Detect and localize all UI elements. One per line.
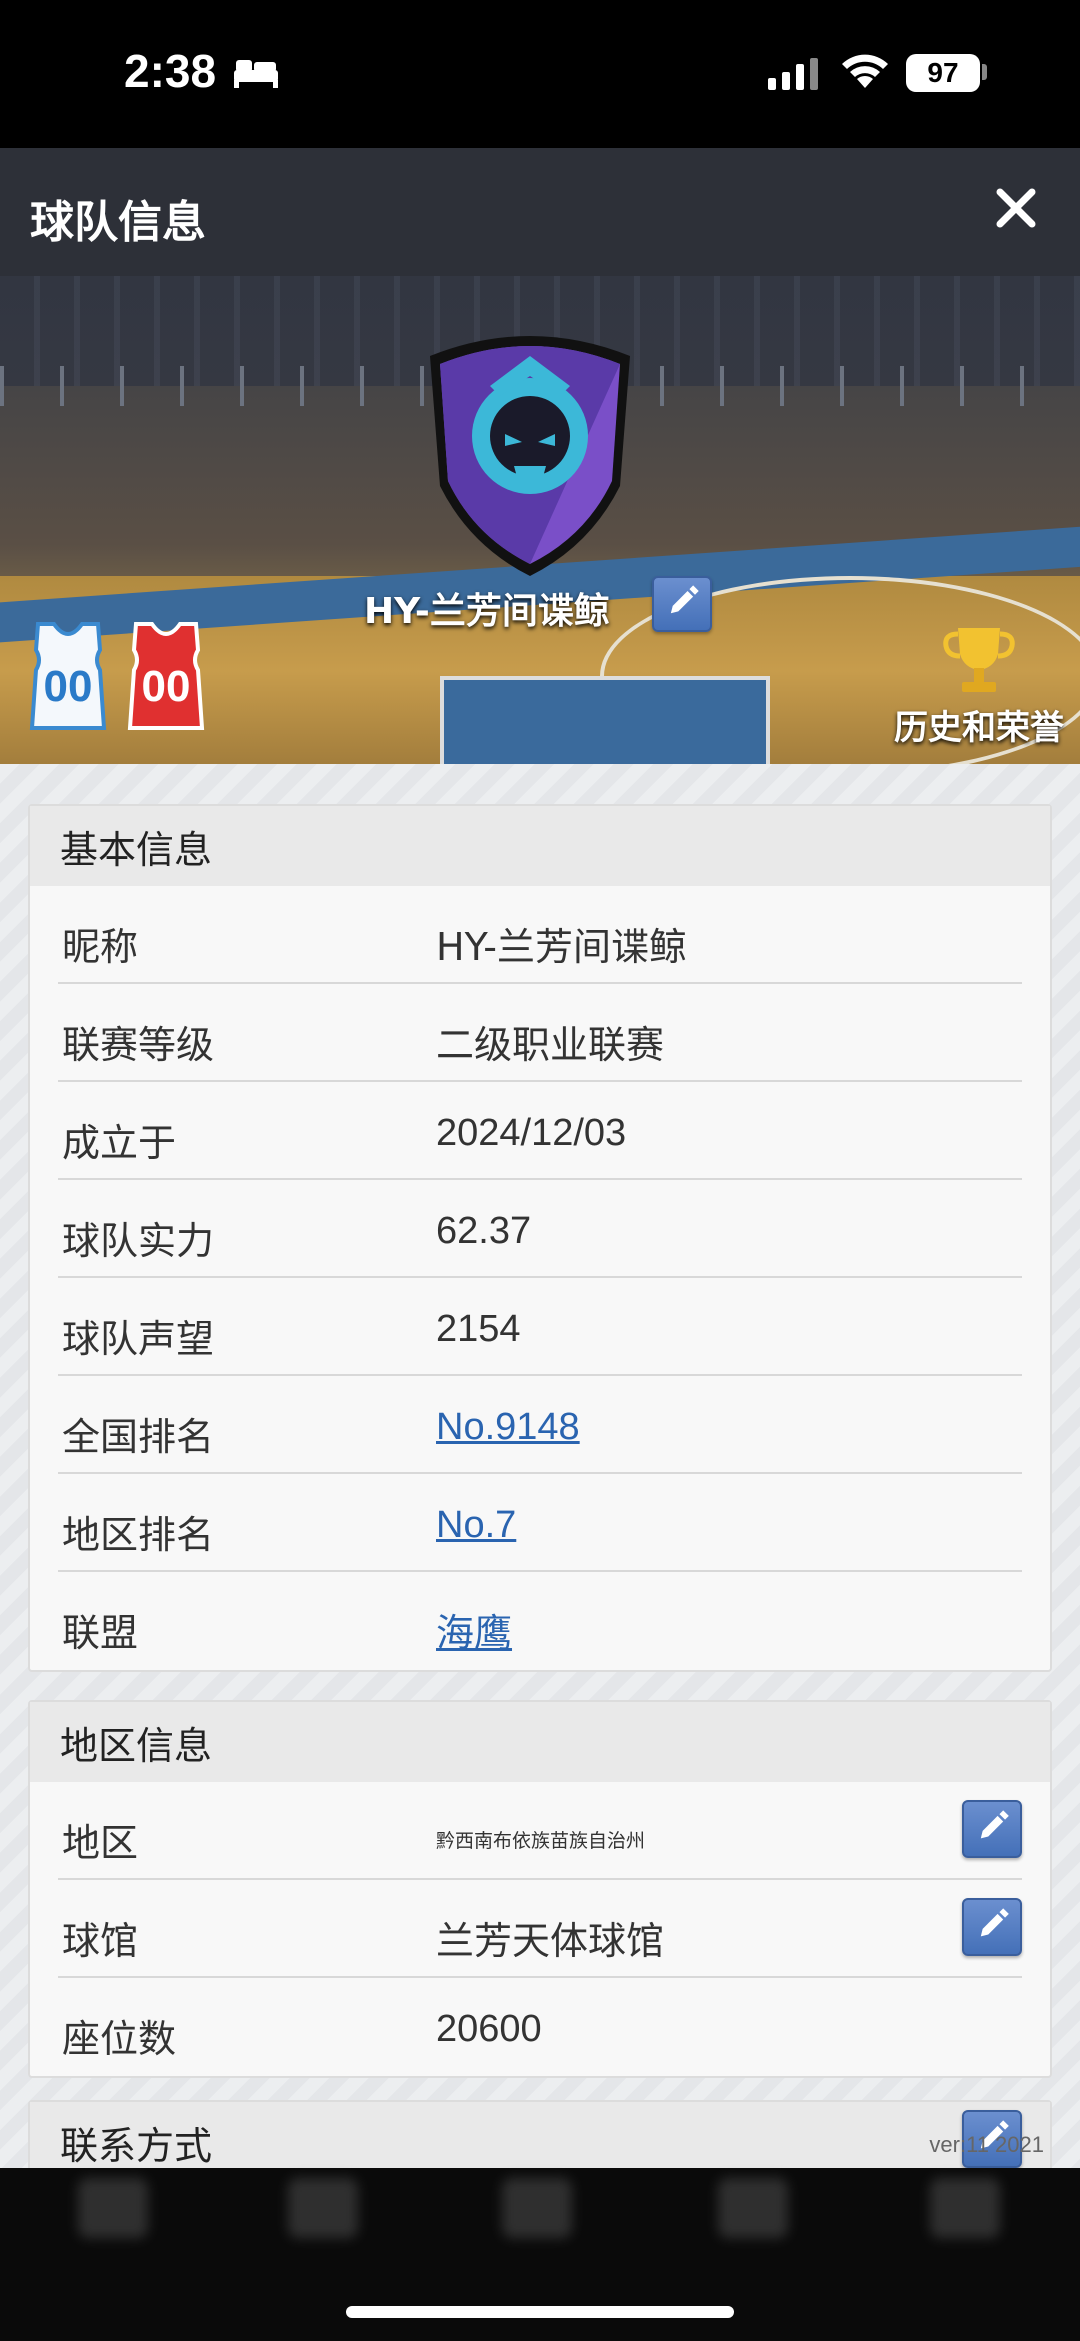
nav-icon <box>288 2178 358 2238</box>
sleep-focus-icon <box>234 60 278 88</box>
team-logo-icon <box>430 336 630 576</box>
nav-item[interactable] <box>910 2178 1020 2318</box>
info-row: 球队声望 2154 <box>58 1278 1022 1376</box>
nav-icon <box>78 2178 148 2238</box>
row-label: 成立于 <box>62 1121 177 1165</box>
info-row: 球队实力 62.37 <box>58 1180 1022 1278</box>
row-label: 座位数 <box>62 2017 177 2061</box>
nav-item[interactable] <box>268 2178 378 2318</box>
national-rank-link[interactable]: No.9148 <box>436 1406 580 1449</box>
edit-region-button[interactable] <box>962 1800 1022 1858</box>
row-value: 20600 <box>436 2008 542 2050</box>
home-jersey-number: 00 <box>43 662 93 711</box>
row-label: 地区排名 <box>62 1513 215 1557</box>
contact-info-title: 联系方式 <box>30 2102 1050 2168</box>
battery-indicator: 97 <box>906 54 980 92</box>
nav-item[interactable] <box>698 2178 808 2318</box>
row-value: 二级职业联赛 <box>436 1023 665 1067</box>
info-row: 成立于 2024/12/03 <box>58 1082 1022 1180</box>
row-value: 兰芳天体球馆 <box>436 1919 665 1963</box>
nav-icon <box>930 2178 1000 2238</box>
battery-nub <box>982 64 987 80</box>
row-label: 全国排名 <box>62 1415 215 1459</box>
info-row: 联赛等级 二级职业联赛 <box>58 984 1022 1082</box>
nav-icon <box>718 2178 788 2238</box>
row-value: 62.37 <box>436 1210 532 1252</box>
trophy-icon[interactable] <box>940 624 1018 696</box>
nav-item[interactable] <box>58 2178 168 2318</box>
row-label: 球馆 <box>62 1919 139 1963</box>
page-title: 球队信息 <box>30 197 206 248</box>
regional-rank-link[interactable]: No.7 <box>436 1504 516 1547</box>
alliance-link[interactable]: 海鹰 <box>436 1602 512 1657</box>
status-bar: 2:38 97 <box>0 0 1080 148</box>
team-name: HY-兰芳间谍鲸 <box>364 591 610 632</box>
cellular-signal-icon <box>768 58 818 90</box>
info-row: 全国排名 No.9148 <box>58 1376 1022 1474</box>
pencil-icon <box>980 1810 1009 1839</box>
region-info-title: 地区信息 <box>30 1702 1050 1782</box>
pencil-icon <box>980 1908 1009 1937</box>
team-info-content[interactable]: 基本信息 昵称 HY-兰芳间谍鲸 联赛等级 二级职业联赛 成立于 2024/12… <box>0 764 1080 2168</box>
page-header: 球队信息 <box>0 148 1080 276</box>
basic-info-title: 基本信息 <box>30 806 1050 886</box>
info-row: 联盟 海鹰 <box>58 1572 1022 1670</box>
close-icon[interactable] <box>986 178 1046 238</box>
version-label: ver:11 2021 <box>929 2132 1044 2157</box>
row-value: 2154 <box>436 1308 521 1350</box>
row-label: 地区 <box>62 1821 139 1865</box>
home-jersey[interactable]: 00 <box>24 620 112 732</box>
row-label: 昵称 <box>62 925 139 969</box>
history-honors-link[interactable]: 历史和荣誉 <box>894 700 1064 749</box>
nav-item[interactable] <box>482 2178 592 2318</box>
row-label: 联赛等级 <box>62 1023 215 1067</box>
court-key <box>440 676 770 764</box>
row-value: 2024/12/03 <box>436 1112 627 1154</box>
info-row: 球馆 兰芳天体球馆 <box>58 1880 1022 1978</box>
info-row: 地区 黔西南布依族苗族自治州 <box>58 1782 1022 1880</box>
team-banner: HY-兰芳间谍鲸 00 00 历史和荣誉 <box>0 276 1080 764</box>
nav-icon <box>502 2178 572 2238</box>
info-row: 昵称 HY-兰芳间谍鲸 <box>58 886 1022 984</box>
row-label: 联盟 <box>62 1611 139 1655</box>
row-value: 黔西南布依族苗族自治州 <box>436 1830 646 1852</box>
region-info-card: 地区信息 地区 黔西南布依族苗族自治州 球馆 兰芳天体球馆 座位数 20600 <box>28 1700 1052 2078</box>
away-jersey-number: 00 <box>141 662 191 711</box>
home-indicator[interactable] <box>346 2306 734 2318</box>
row-label: 球队声望 <box>62 1317 215 1361</box>
basic-info-card: 基本信息 昵称 HY-兰芳间谍鲸 联赛等级 二级职业联赛 成立于 2024/12… <box>28 804 1052 1672</box>
row-label: 球队实力 <box>62 1219 215 1263</box>
contact-info-card: 联系方式 <box>28 2100 1052 2168</box>
away-jersey[interactable]: 00 <box>122 620 210 732</box>
row-value: HY-兰芳间谍鲸 <box>436 925 687 969</box>
edit-arena-button[interactable] <box>962 1898 1022 1956</box>
info-row: 座位数 20600 <box>58 1978 1022 2076</box>
pencil-icon <box>670 585 699 614</box>
info-row: 地区排名 No.7 <box>58 1474 1022 1572</box>
status-time: 2:38 <box>124 45 217 97</box>
edit-team-name-button[interactable] <box>652 576 712 632</box>
wifi-icon <box>842 54 888 88</box>
